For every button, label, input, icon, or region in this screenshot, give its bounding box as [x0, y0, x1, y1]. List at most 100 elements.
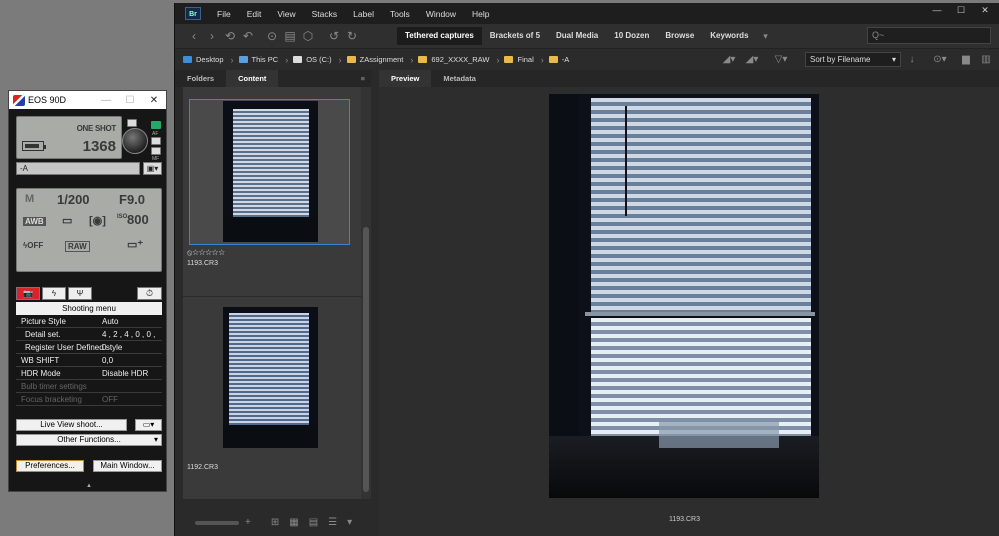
tab-folders[interactable]: Folders [175, 70, 226, 87]
back-icon[interactable]: ‹ [185, 29, 203, 43]
menu-tools[interactable]: Tools [382, 9, 418, 19]
thumbnail-image [223, 307, 318, 448]
sort-dropdown[interactable]: Sort by Filename ▾ [805, 52, 901, 67]
tab-preview[interactable]: Preview [379, 70, 432, 87]
picture-style-field[interactable]: -A [16, 162, 140, 175]
search-input[interactable]: Q~ [867, 27, 991, 44]
tab-setup[interactable]: Ψ [68, 287, 92, 300]
details-view-icon[interactable]: ▤ [309, 517, 318, 528]
timer-icon[interactable]: ⏱ [137, 287, 162, 300]
camera-settings-icon[interactable]: ▣▾ [143, 162, 162, 175]
new-folder-icon[interactable]: ▆ [957, 54, 975, 65]
live-view-monitor-icon[interactable]: ▭⁺ [127, 238, 143, 251]
breadcrumb-692-raw[interactable]: 692_XXXX_RAW [418, 55, 489, 64]
af-toggle[interactable] [151, 137, 161, 145]
menu-row-register-style[interactable]: Register User Defined style [16, 341, 162, 354]
sort-direction-icon[interactable]: ↓ [903, 54, 921, 65]
settings-lcd: M 1/200 F9.0 AWB ▭ [◉] ISO 800 ϟOFF RAW … [16, 188, 162, 272]
return-icon[interactable]: ↶ [239, 29, 257, 43]
camera-import-icon[interactable]: ⊙ [263, 29, 281, 43]
zoom-in-icon[interactable]: + [245, 517, 251, 528]
breadcrumb-desktop[interactable]: Desktop [183, 55, 224, 64]
mf-toggle[interactable] [151, 147, 161, 155]
main-window-button[interactable]: Main Window... [93, 460, 162, 472]
rating-filter-icon[interactable]: ◢▾ [743, 54, 761, 65]
menu-help[interactable]: Help [464, 9, 497, 19]
image-quality[interactable]: RAW [65, 241, 90, 252]
af-mode[interactable]: ONE SHOT [77, 124, 117, 133]
view-options-icon[interactable]: ▾ [347, 517, 352, 528]
open-recent-icon[interactable]: ⊙▾ [931, 54, 949, 65]
thumbnail-1192[interactable]: 1192.CR3 [183, 297, 371, 497]
tab-flash[interactable]: ϟ [42, 287, 66, 300]
workspace-browse[interactable]: Browse [657, 27, 702, 45]
forward-icon[interactable]: › [203, 29, 221, 43]
menu-view[interactable]: View [269, 9, 303, 19]
workspace-brackets-of-5[interactable]: Brackets of 5 [482, 27, 548, 45]
resize-grip-icon[interactable]: ▲ [86, 483, 92, 489]
rating-stars[interactable]: ⦸☆☆☆☆☆ [187, 248, 225, 258]
rotate-right-icon[interactable]: ↻ [343, 29, 361, 43]
menu-stacks[interactable]: Stacks [304, 9, 346, 19]
maximize-button[interactable]: ☐ [118, 95, 142, 106]
refine-icon[interactable]: ▤ [281, 29, 299, 43]
thumbnail-1193[interactable]: ⦸☆☆☆☆☆ 1193.CR3 [183, 87, 371, 297]
thumbnail-size-slider[interactable] [195, 520, 239, 525]
breadcrumb-zassignment[interactable]: ZAssignment [346, 55, 403, 64]
tab-content[interactable]: Content [226, 70, 279, 87]
quality-filter-icon[interactable]: ◢▾ [720, 54, 738, 65]
iso-value[interactable]: 800 [127, 212, 149, 227]
shutter-speed[interactable]: 1/200 [57, 192, 90, 207]
breadcrumb-os-c[interactable]: OS (C:) [293, 55, 332, 64]
menu-row-detail-set[interactable]: Detail set. 4 , 2 , 4 , 0 , 0 , 0 [16, 328, 162, 352]
menu-row-picture-style[interactable]: Picture Style Auto [16, 315, 162, 328]
menu-tabs: 📷 ϟ Ψ [16, 287, 92, 300]
bridge-window: Br File Edit View Stacks Label Tools Win… [174, 3, 999, 536]
list-view-icon[interactable]: ☰ [328, 517, 337, 528]
drive-mode-icon[interactable]: ▭ [62, 214, 72, 227]
menu-row-hdr-mode[interactable]: HDR Mode Disable HDR [16, 367, 162, 380]
thumbnail-view-icon[interactable]: ▦ [289, 517, 298, 528]
workspace-more-icon[interactable]: ▾ [757, 31, 775, 42]
aperture[interactable]: F9.0 [119, 192, 145, 207]
maximize-icon[interactable]: ☐ [951, 5, 971, 16]
workspace-tethered-captures[interactable]: Tethered captures [397, 27, 482, 45]
white-balance[interactable]: AWB [23, 217, 46, 226]
remote-live-view-icon[interactable]: ▭▾ [135, 419, 162, 431]
menu-window[interactable]: Window [418, 9, 464, 19]
tab-shooting-menu[interactable]: 📷 [16, 287, 40, 300]
panel-menu-icon[interactable]: ≡ [361, 74, 365, 83]
output-icon[interactable]: ⬡ [299, 29, 317, 43]
content-scrollbar[interactable] [361, 87, 371, 499]
breadcrumb-a[interactable]: -A [548, 55, 569, 64]
other-functions-button[interactable]: Other Functions... ▾ [16, 434, 162, 446]
breadcrumb-final[interactable]: Final [504, 55, 534, 64]
close-button[interactable]: ✕ [142, 95, 166, 106]
workspace-dual-media[interactable]: Dual Media [548, 27, 606, 45]
preferences-button[interactable]: Preferences... [16, 460, 84, 472]
menu-label[interactable]: Label [345, 9, 382, 19]
minimize-button[interactable]: — [94, 95, 118, 106]
recent-icon[interactable]: ⟲ [221, 29, 239, 43]
green-indicator-icon [151, 121, 161, 129]
menu-edit[interactable]: Edit [239, 9, 270, 19]
grid-lock-icon[interactable]: ⊞ [271, 517, 279, 528]
shutter-knob[interactable] [122, 128, 148, 154]
close-icon[interactable]: ✕ [975, 5, 995, 16]
workspace-10-dozen[interactable]: 10 Dozen [606, 27, 657, 45]
preview-image[interactable] [549, 94, 819, 498]
flash-off-icon[interactable]: ϟOFF [23, 241, 43, 250]
metering-icon[interactable]: [◉] [89, 214, 106, 227]
workspace-keywords[interactable]: Keywords [702, 27, 756, 45]
menu-bar: Br File Edit View Stacks Label Tools Win… [175, 3, 999, 24]
menu-row-wb-shift[interactable]: WB SHIFT 0,0 [16, 354, 162, 367]
delete-icon[interactable]: ▥ [977, 54, 995, 65]
thumbnail-image [223, 101, 318, 242]
breadcrumb-this-pc[interactable]: This PC [238, 55, 278, 64]
tab-metadata[interactable]: Metadata [431, 70, 488, 87]
filter-icon[interactable]: ▽▾ [772, 54, 790, 65]
live-view-button[interactable]: Live View shoot... [16, 419, 127, 431]
minimize-icon[interactable]: — [927, 5, 947, 15]
rotate-left-icon[interactable]: ↺ [325, 29, 343, 43]
menu-file[interactable]: File [209, 9, 239, 19]
